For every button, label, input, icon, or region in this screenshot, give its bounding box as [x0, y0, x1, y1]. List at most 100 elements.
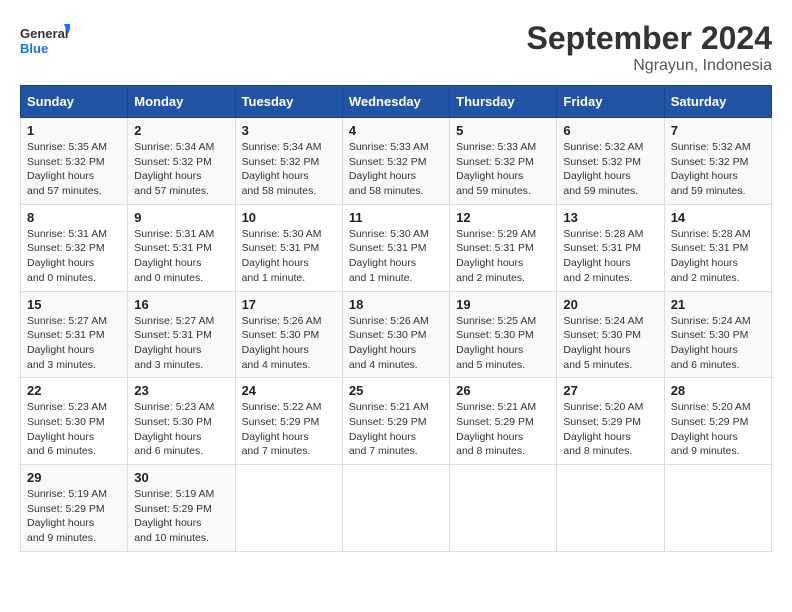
day-number: 6 — [563, 123, 657, 138]
day-info: Sunrise: 5:25 AMSunset: 5:30 PMDaylight … — [456, 314, 550, 373]
calendar-cell: 8 Sunrise: 5:31 AMSunset: 5:32 PMDayligh… — [21, 204, 128, 291]
calendar-cell: 6 Sunrise: 5:32 AMSunset: 5:32 PMDayligh… — [557, 118, 664, 205]
day-number: 9 — [134, 210, 228, 225]
day-number: 15 — [27, 297, 121, 312]
day-info: Sunrise: 5:28 AMSunset: 5:31 PMDaylight … — [671, 227, 765, 286]
day-info: Sunrise: 5:31 AMSunset: 5:31 PMDaylight … — [134, 227, 228, 286]
day-number: 5 — [456, 123, 550, 138]
day-number: 13 — [563, 210, 657, 225]
day-number: 28 — [671, 383, 765, 398]
calendar-cell — [664, 465, 771, 552]
calendar-cell — [450, 465, 557, 552]
calendar-cell: 12 Sunrise: 5:29 AMSunset: 5:31 PMDaylig… — [450, 204, 557, 291]
day-number: 26 — [456, 383, 550, 398]
day-info: Sunrise: 5:21 AMSunset: 5:29 PMDaylight … — [456, 400, 550, 459]
header-day-thursday: Thursday — [450, 86, 557, 118]
day-info: Sunrise: 5:24 AMSunset: 5:30 PMDaylight … — [671, 314, 765, 373]
calendar-cell: 7 Sunrise: 5:32 AMSunset: 5:32 PMDayligh… — [664, 118, 771, 205]
day-info: Sunrise: 5:27 AMSunset: 5:31 PMDaylight … — [27, 314, 121, 373]
calendar-cell: 4 Sunrise: 5:33 AMSunset: 5:32 PMDayligh… — [342, 118, 449, 205]
header-day-sunday: Sunday — [21, 86, 128, 118]
day-number: 16 — [134, 297, 228, 312]
calendar-cell: 28 Sunrise: 5:20 AMSunset: 5:29 PMDaylig… — [664, 378, 771, 465]
calendar-cell: 19 Sunrise: 5:25 AMSunset: 5:30 PMDaylig… — [450, 291, 557, 378]
day-info: Sunrise: 5:23 AMSunset: 5:30 PMDaylight … — [134, 400, 228, 459]
day-number: 1 — [27, 123, 121, 138]
header-day-saturday: Saturday — [664, 86, 771, 118]
logo-icon: General Blue — [20, 20, 70, 60]
day-number: 3 — [242, 123, 336, 138]
day-number: 18 — [349, 297, 443, 312]
day-info: Sunrise: 5:19 AMSunset: 5:29 PMDaylight … — [134, 487, 228, 546]
calendar-cell: 25 Sunrise: 5:21 AMSunset: 5:29 PMDaylig… — [342, 378, 449, 465]
day-info: Sunrise: 5:23 AMSunset: 5:30 PMDaylight … — [27, 400, 121, 459]
day-info: Sunrise: 5:20 AMSunset: 5:29 PMDaylight … — [563, 400, 657, 459]
calendar-table: SundayMondayTuesdayWednesdayThursdayFrid… — [20, 85, 772, 552]
logo: General Blue — [20, 20, 70, 60]
svg-text:General: General — [20, 26, 68, 41]
day-number: 24 — [242, 383, 336, 398]
calendar-cell: 16 Sunrise: 5:27 AMSunset: 5:31 PMDaylig… — [128, 291, 235, 378]
calendar-cell: 20 Sunrise: 5:24 AMSunset: 5:30 PMDaylig… — [557, 291, 664, 378]
day-number: 12 — [456, 210, 550, 225]
calendar-cell: 5 Sunrise: 5:33 AMSunset: 5:32 PMDayligh… — [450, 118, 557, 205]
calendar-cell: 22 Sunrise: 5:23 AMSunset: 5:30 PMDaylig… — [21, 378, 128, 465]
calendar-cell: 3 Sunrise: 5:34 AMSunset: 5:32 PMDayligh… — [235, 118, 342, 205]
calendar-cell: 13 Sunrise: 5:28 AMSunset: 5:31 PMDaylig… — [557, 204, 664, 291]
day-info: Sunrise: 5:33 AMSunset: 5:32 PMDaylight … — [349, 140, 443, 199]
day-info: Sunrise: 5:24 AMSunset: 5:30 PMDaylight … — [563, 314, 657, 373]
calendar-cell: 26 Sunrise: 5:21 AMSunset: 5:29 PMDaylig… — [450, 378, 557, 465]
calendar-cell: 1 Sunrise: 5:35 AMSunset: 5:32 PMDayligh… — [21, 118, 128, 205]
day-info: Sunrise: 5:22 AMSunset: 5:29 PMDaylight … — [242, 400, 336, 459]
calendar-cell: 24 Sunrise: 5:22 AMSunset: 5:29 PMDaylig… — [235, 378, 342, 465]
header-day-tuesday: Tuesday — [235, 86, 342, 118]
day-number: 20 — [563, 297, 657, 312]
header-day-monday: Monday — [128, 86, 235, 118]
week-row-5: 29 Sunrise: 5:19 AMSunset: 5:29 PMDaylig… — [21, 465, 772, 552]
calendar-cell: 29 Sunrise: 5:19 AMSunset: 5:29 PMDaylig… — [21, 465, 128, 552]
day-info: Sunrise: 5:28 AMSunset: 5:31 PMDaylight … — [563, 227, 657, 286]
calendar-cell: 10 Sunrise: 5:30 AMSunset: 5:31 PMDaylig… — [235, 204, 342, 291]
day-number: 30 — [134, 470, 228, 485]
svg-text:Blue: Blue — [20, 41, 48, 56]
calendar-cell: 21 Sunrise: 5:24 AMSunset: 5:30 PMDaylig… — [664, 291, 771, 378]
calendar-cell: 11 Sunrise: 5:30 AMSunset: 5:31 PMDaylig… — [342, 204, 449, 291]
day-number: 11 — [349, 210, 443, 225]
day-number: 22 — [27, 383, 121, 398]
day-number: 17 — [242, 297, 336, 312]
calendar-cell — [235, 465, 342, 552]
day-number: 29 — [27, 470, 121, 485]
calendar-cell: 27 Sunrise: 5:20 AMSunset: 5:29 PMDaylig… — [557, 378, 664, 465]
week-row-2: 8 Sunrise: 5:31 AMSunset: 5:32 PMDayligh… — [21, 204, 772, 291]
day-info: Sunrise: 5:30 AMSunset: 5:31 PMDaylight … — [349, 227, 443, 286]
day-number: 23 — [134, 383, 228, 398]
calendar-cell: 18 Sunrise: 5:26 AMSunset: 5:30 PMDaylig… — [342, 291, 449, 378]
week-row-1: 1 Sunrise: 5:35 AMSunset: 5:32 PMDayligh… — [21, 118, 772, 205]
calendar-cell: 14 Sunrise: 5:28 AMSunset: 5:31 PMDaylig… — [664, 204, 771, 291]
day-info: Sunrise: 5:30 AMSunset: 5:31 PMDaylight … — [242, 227, 336, 286]
calendar-cell — [342, 465, 449, 552]
day-number: 10 — [242, 210, 336, 225]
day-number: 8 — [27, 210, 121, 225]
calendar-cell: 2 Sunrise: 5:34 AMSunset: 5:32 PMDayligh… — [128, 118, 235, 205]
day-number: 21 — [671, 297, 765, 312]
week-row-4: 22 Sunrise: 5:23 AMSunset: 5:30 PMDaylig… — [21, 378, 772, 465]
title-block: September 2024 Ngrayun, Indonesia — [527, 20, 772, 75]
calendar-cell: 30 Sunrise: 5:19 AMSunset: 5:29 PMDaylig… — [128, 465, 235, 552]
header-day-wednesday: Wednesday — [342, 86, 449, 118]
day-info: Sunrise: 5:27 AMSunset: 5:31 PMDaylight … — [134, 314, 228, 373]
day-number: 2 — [134, 123, 228, 138]
day-info: Sunrise: 5:32 AMSunset: 5:32 PMDaylight … — [671, 140, 765, 199]
calendar-cell: 17 Sunrise: 5:26 AMSunset: 5:30 PMDaylig… — [235, 291, 342, 378]
day-info: Sunrise: 5:21 AMSunset: 5:29 PMDaylight … — [349, 400, 443, 459]
calendar-cell: 15 Sunrise: 5:27 AMSunset: 5:31 PMDaylig… — [21, 291, 128, 378]
day-number: 25 — [349, 383, 443, 398]
week-row-3: 15 Sunrise: 5:27 AMSunset: 5:31 PMDaylig… — [21, 291, 772, 378]
day-number: 27 — [563, 383, 657, 398]
location-subtitle: Ngrayun, Indonesia — [527, 57, 772, 75]
day-number: 14 — [671, 210, 765, 225]
page-header: General Blue September 2024 Ngrayun, Ind… — [20, 20, 772, 75]
calendar-cell: 9 Sunrise: 5:31 AMSunset: 5:31 PMDayligh… — [128, 204, 235, 291]
day-info: Sunrise: 5:34 AMSunset: 5:32 PMDaylight … — [242, 140, 336, 199]
day-info: Sunrise: 5:35 AMSunset: 5:32 PMDaylight … — [27, 140, 121, 199]
